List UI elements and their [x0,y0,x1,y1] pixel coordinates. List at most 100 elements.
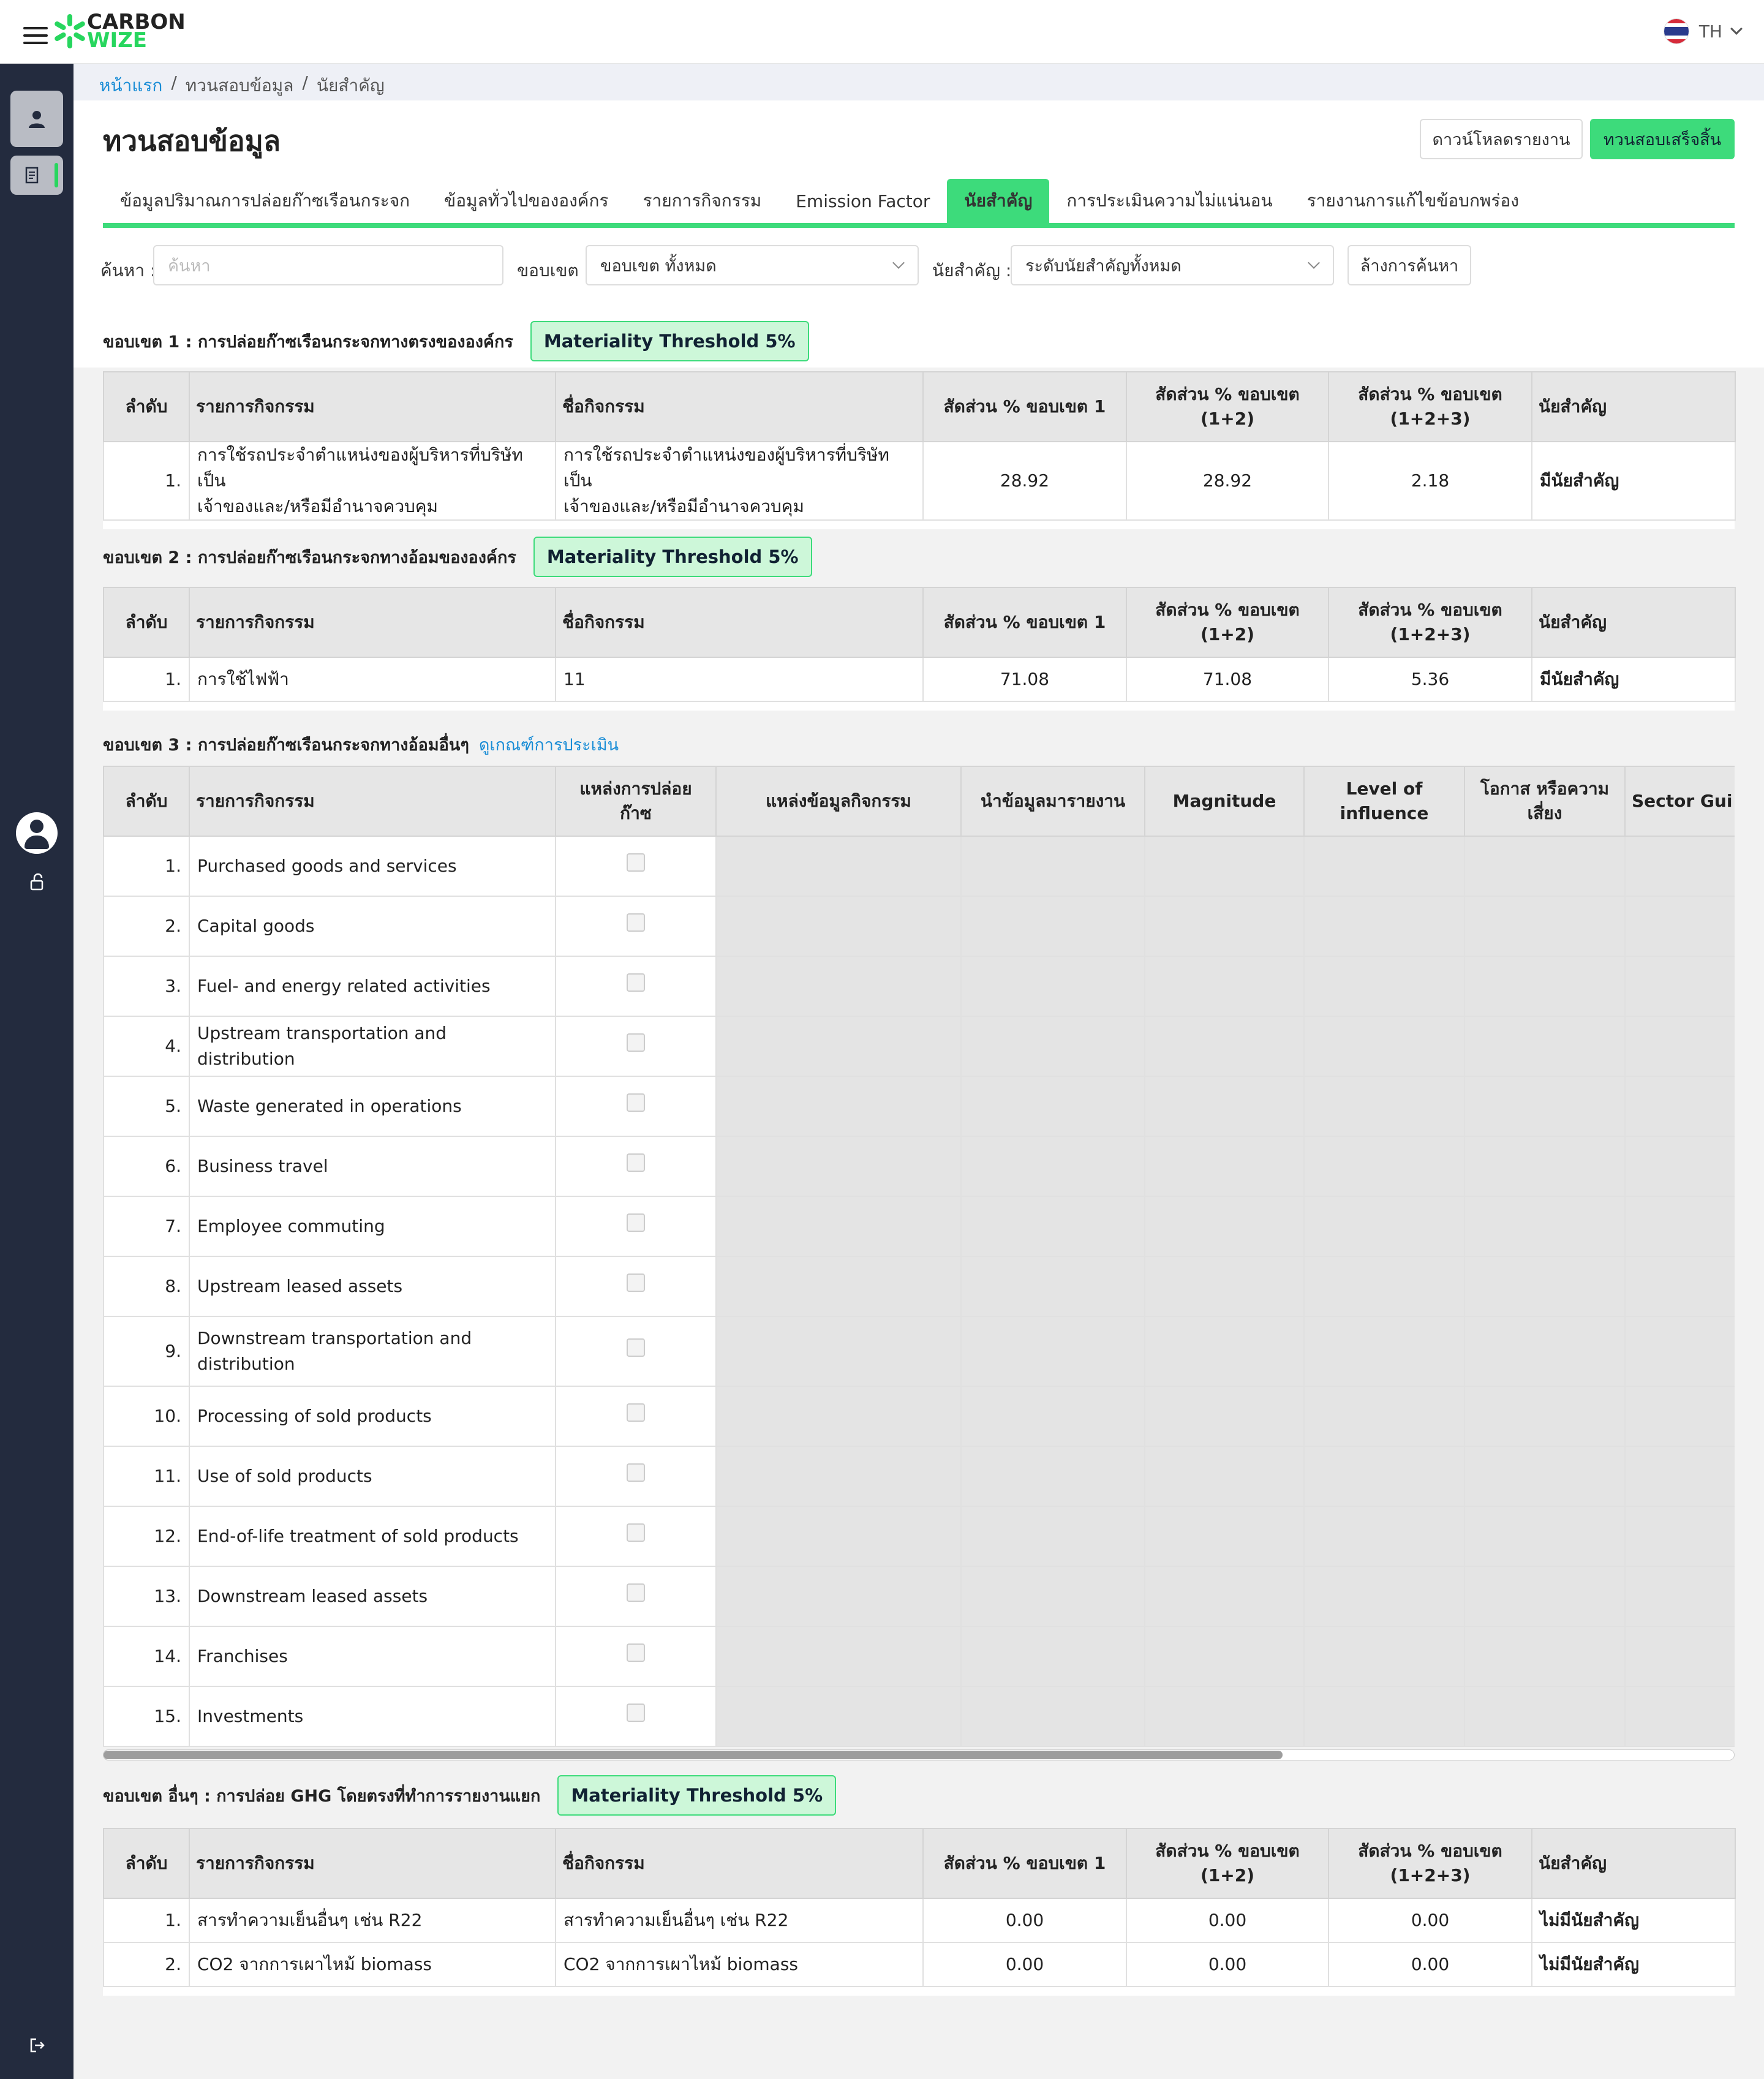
row-emission-source-cell [555,1626,717,1687]
row-activity-name: 11 [555,657,924,702]
scope3-table-scroll[interactable]: ลำดับ รายการกิจกรรม แหล่งการปล่อย ก๊าซ แห… [103,766,1735,1747]
finish-verification-button[interactable]: ทวนสอบเสร็จสิ้น [1590,119,1735,159]
col-pct-scope1: สัดส่วน % ขอบเขต 1 [922,1828,1127,1899]
col-significance: นัยสำคัญ [1531,587,1736,658]
emission-source-checkbox[interactable] [627,1273,645,1292]
row-report [960,956,1145,1017]
row-risk [1464,1316,1626,1387]
row-sector-guidance [1624,1016,1735,1077]
row-pct-scope123: 0.00 [1328,1942,1532,1987]
emission-source-checkbox[interactable] [627,1403,645,1422]
search-label: ค้นหา : [100,260,156,281]
row-risk [1464,1256,1626,1317]
emission-source-checkbox[interactable] [627,913,645,932]
row-significance: ไม่มีนัยสำคัญ [1531,1942,1736,1987]
row-no: 13. [103,1566,190,1627]
emission-source-checkbox[interactable] [627,1213,645,1232]
tab-organization-info[interactable]: ข้อมูลทั่วไปขององค์กร [427,179,625,223]
row-risk [1464,1686,1626,1747]
row-risk [1464,956,1626,1017]
unlock-icon[interactable] [28,872,47,892]
breadcrumb: หน้าแรก / ทวนสอบข้อมูล / นัยสำคัญ [99,72,385,99]
row-report [960,1626,1145,1687]
other-scope-table: ลำดับ รายการกิจกรรม ชื่อกิจกรรม สัดส่วน … [103,1828,1736,1987]
emission-source-checkbox[interactable] [627,1704,645,1722]
logout-icon[interactable] [28,2036,47,2054]
row-data-source [715,1196,962,1257]
row-emission-source-cell [555,1136,717,1197]
significance-select[interactable]: ระดับนัยสำคัญทั้งหมด [1011,245,1334,285]
row-emission-source-cell [555,1076,717,1137]
table-row: 1. สารทำความเย็นอื่นๆ เช่น R22 สารทำความ… [103,1898,1736,1943]
row-no: 11. [103,1446,190,1507]
scope3-criteria-link[interactable]: ดูเกณฑ์การประเมิน [479,731,619,758]
emission-source-checkbox[interactable] [627,973,645,992]
scope1-title: ขอบเขต 1 : การปล่อยก๊าซเรือนกระจกทางตรงข… [103,332,513,352]
row-report [960,896,1145,957]
user-icon [29,111,45,128]
row-emission-source-cell [555,836,717,897]
row-pct-scope123: 5.36 [1328,657,1532,702]
document-icon [25,167,39,184]
scrollbar-thumb[interactable] [104,1751,1283,1759]
col-pct-scope1: สัดส่วน % ขอบเขต 1 [922,587,1127,658]
row-activity: Waste generated in operations [189,1076,556,1137]
chevron-down-icon [892,257,905,269]
tab-bar: ข้อมูลปริมาณการปล่อยก๊าซเรือนกระจก ข้อมู… [103,178,1735,228]
emission-source-checkbox[interactable] [627,1338,645,1357]
emission-source-checkbox[interactable] [627,1583,645,1602]
row-magnitude [1144,1686,1305,1747]
account-circle-icon[interactable] [16,812,58,854]
tab-uncertainty[interactable]: การประเมินความไม่แน่นอน [1049,179,1289,223]
row-magnitude [1144,1316,1305,1387]
scope-select-value: ขอบเขต ทั้งหมด [600,256,717,276]
emission-source-checkbox[interactable] [627,1643,645,1662]
row-magnitude [1144,1196,1305,1257]
tab-significance[interactable]: นัยสำคัญ [947,179,1050,223]
active-indicator [55,163,58,187]
tab-activity-list[interactable]: รายการกิจกรรม [626,179,779,223]
top-bar: CARBON WIZE TH [0,0,1764,64]
language-selector[interactable]: TH [1663,18,1743,44]
breadcrumb-home-link[interactable]: หน้าแรก [99,72,162,99]
row-report [960,1076,1145,1137]
row-risk [1464,1386,1626,1447]
emission-source-checkbox[interactable] [627,1523,645,1542]
emission-source-checkbox[interactable] [627,1463,645,1482]
row-data-source [715,836,962,897]
col-no: ลำดับ [103,587,190,658]
tab-emission-factor[interactable]: Emission Factor [778,179,947,223]
download-report-button[interactable]: ดาวน์โหลดรายงาน [1420,119,1583,159]
row-influence [1303,1686,1465,1747]
row-emission-source-cell [555,1196,717,1257]
clear-search-button[interactable]: ล้างการค้นหา [1348,245,1471,285]
row-report [960,1136,1145,1197]
row-data-source [715,1316,962,1387]
row-magnitude [1144,1256,1305,1317]
row-emission-source-cell [555,1256,717,1317]
row-activity: Downstream transportation and distributio… [189,1316,556,1387]
menu-icon[interactable] [23,27,48,44]
emission-source-checkbox[interactable] [627,1033,645,1052]
scope-select[interactable]: ขอบเขต ทั้งหมด [586,245,919,285]
tab-emission-data[interactable]: ข้อมูลปริมาณการปล่อยก๊าซเรือนกระจก [103,179,427,223]
row-risk [1464,1076,1626,1137]
sidebar-profile-button[interactable] [10,91,63,147]
search-input[interactable]: ค้นหา [153,245,503,285]
emission-source-checkbox[interactable] [627,1093,645,1112]
tab-corrective-report[interactable]: รายงานการแก้ไขข้อบกพร่อง [1290,179,1536,223]
breadcrumb-level2[interactable]: ทวนสอบข้อมูล [186,72,294,99]
emission-source-checkbox[interactable] [627,853,645,872]
emission-source-checkbox[interactable] [627,1153,645,1172]
language-code: TH [1698,21,1722,42]
col-influence: Level of influence [1303,766,1465,837]
row-report [960,1686,1145,1747]
row-no: 1. [103,836,190,897]
row-magnitude [1144,1626,1305,1687]
row-data-source [715,1076,962,1137]
table-row: 2. Capital goods [103,896,1735,957]
scope3-horizontal-scrollbar[interactable] [103,1749,1735,1760]
thai-flag-icon [1663,18,1689,44]
row-data-source [715,896,962,957]
sidebar-document-button[interactable] [10,156,63,195]
